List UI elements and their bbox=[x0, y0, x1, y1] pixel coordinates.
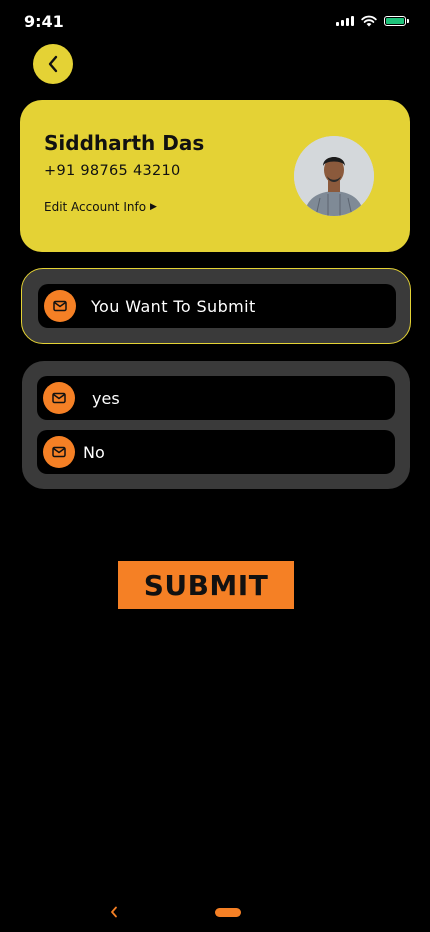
mail-icon bbox=[43, 382, 75, 414]
home-indicator[interactable] bbox=[215, 908, 241, 917]
option-no[interactable]: No bbox=[37, 430, 395, 474]
person-photo bbox=[294, 136, 374, 216]
avatar[interactable] bbox=[294, 136, 374, 216]
mail-icon bbox=[44, 290, 76, 322]
status-icons bbox=[336, 15, 409, 27]
signal-icon bbox=[336, 16, 354, 26]
back-button[interactable] bbox=[33, 44, 73, 84]
status-time: 9:41 bbox=[24, 12, 64, 31]
edit-account-info-link[interactable]: Edit Account Info ▶ bbox=[44, 200, 157, 214]
question-box: You Want To Submit bbox=[21, 268, 411, 344]
profile-phone: +91 98765 43210 bbox=[44, 163, 181, 179]
mail-icon bbox=[43, 436, 75, 468]
status-bar: 9:41 bbox=[0, 0, 430, 44]
question-row[interactable]: You Want To Submit bbox=[38, 284, 396, 328]
question-text: You Want To Submit bbox=[91, 296, 256, 316]
options-box: yes No bbox=[22, 361, 410, 489]
chevron-right-icon: ▶ bbox=[150, 202, 157, 212]
wifi-icon bbox=[361, 15, 377, 27]
edit-account-info-label: Edit Account Info bbox=[44, 200, 147, 214]
option-no-label: No bbox=[83, 442, 105, 462]
profile-card: Siddharth Das +91 98765 43210 Edit Accou… bbox=[20, 100, 410, 252]
profile-name: Siddharth Das bbox=[44, 131, 205, 155]
chevron-left-icon bbox=[111, 906, 117, 918]
option-yes[interactable]: yes bbox=[37, 376, 395, 420]
submit-button[interactable]: SUBMIT bbox=[118, 561, 294, 609]
nav-back-button[interactable] bbox=[106, 902, 122, 922]
battery-icon bbox=[384, 16, 409, 26]
option-yes-label: yes bbox=[92, 388, 120, 408]
screen: 9:41 Siddharth Das +91 98765 43210 Edit … bbox=[0, 0, 430, 932]
chevron-left-icon bbox=[48, 55, 58, 73]
